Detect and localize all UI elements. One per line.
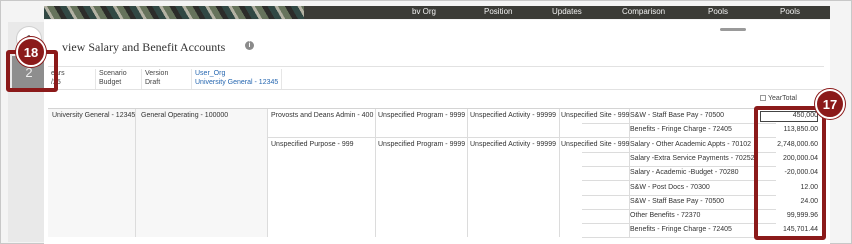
pov-value: Draft [145, 79, 161, 86]
row-divider [582, 237, 776, 238]
grid-site: Unspecified Site - 999 [561, 141, 630, 148]
pov-label: Scenario [99, 70, 127, 77]
account-label: Benefits - Fringe Charge - 72405 [630, 126, 732, 133]
nav-item-updates[interactable]: Updates [552, 7, 582, 16]
account-label: S&W - Post Docs - 70300 [630, 184, 710, 191]
nav-item-org[interactable]: bv Org [412, 7, 436, 16]
row-divider [582, 123, 776, 124]
grid-purpose: Unspecified Purpose - 999 [271, 141, 354, 148]
grid-activity: Unspecified Activity - 99999 [470, 141, 556, 148]
pov-label: User_Org [195, 70, 226, 77]
row-divider [582, 195, 776, 196]
row-divider [582, 166, 776, 167]
grid-column-dept [268, 109, 376, 237]
page-title: view Salary and Benefit Accounts [62, 40, 226, 54]
pov-bar: ears /25 Scenario Budget Version Draft U… [48, 66, 824, 90]
grid-entity: University General - 12345 [52, 112, 136, 119]
grid-program: Unspecified Program - 9999 [378, 141, 466, 148]
banner-pattern [44, 6, 304, 19]
account-label: Salary - Academic -Budget - 70280 [630, 169, 739, 176]
account-label: Other Benefits - 72370 [630, 212, 701, 219]
row-divider [582, 209, 776, 210]
drag-handle[interactable] [720, 28, 746, 31]
expand-icon [760, 95, 766, 101]
callout-badge-17: 17 [815, 89, 845, 119]
pov-user-org[interactable]: User_Org University General - 12345 [192, 69, 282, 89]
grid-column-entity [48, 109, 136, 237]
grid-dept: Provosts and Deans Admin - 400 [271, 112, 374, 119]
grid-fund: General Operating - 100000 [141, 112, 229, 119]
nav-item-comparison[interactable]: Comparison [622, 7, 665, 16]
pov-scenario[interactable]: Scenario Budget [96, 69, 142, 89]
info-icon[interactable]: i [245, 41, 254, 50]
nav-item-pools[interactable]: Pools [708, 7, 728, 16]
grid-activity: Unspecified Activity - 99999 [470, 112, 556, 119]
pov-version[interactable]: Version Draft [142, 69, 192, 89]
callout-highlight-right [754, 106, 826, 240]
grid-column-program [376, 109, 468, 237]
account-label: Salary -Extra Service Payments - 70252 [630, 155, 755, 162]
grid-site: Unspecified Site - 999 [561, 112, 630, 119]
year-total-label: YearTotal [768, 95, 797, 102]
account-label: Benefits - Fringe Charge - 72405 [630, 226, 732, 233]
row-divider [582, 152, 776, 153]
row-divider [582, 180, 776, 181]
grid-column-site [560, 109, 630, 237]
callout-badge-18: 18 [16, 37, 46, 67]
pov-value: Budget [99, 79, 122, 86]
grid-column-activity [468, 109, 560, 237]
nav-item-position[interactable]: Position [484, 7, 512, 16]
top-navigation-bar: bv Org Position Updates Comparison Pools… [44, 6, 830, 19]
account-label: Salary - Other Academic Appts - 70102 [630, 141, 752, 148]
nav-item-pools-2[interactable]: Pools [780, 7, 800, 16]
account-label: S&W - Staff Base Pay - 70500 [630, 198, 725, 205]
pov-label: Version [145, 70, 169, 77]
pov-value: University General - 12345 [195, 79, 279, 86]
row-divider [582, 223, 776, 224]
row-divider [582, 137, 776, 138]
year-total-header[interactable]: YearTotal [760, 95, 797, 102]
account-label: S&W - Staff Base Pay - 70500 [630, 112, 725, 119]
grid-column-fund [136, 109, 268, 237]
grid-program: Unspecified Program - 9999 [378, 112, 466, 119]
